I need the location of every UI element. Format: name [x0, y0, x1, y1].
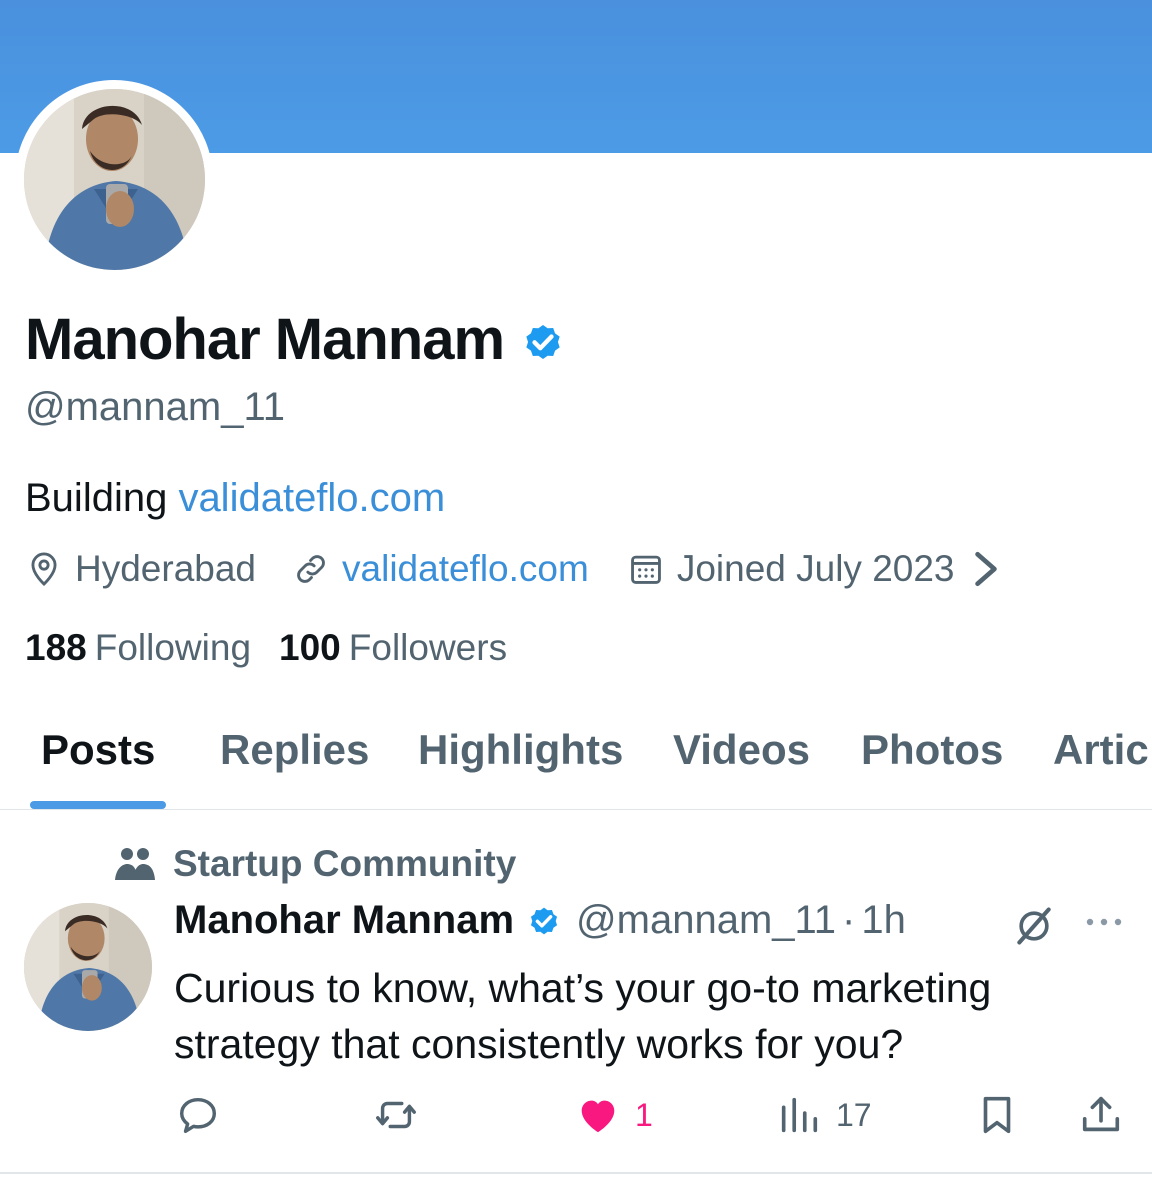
profile-meta-row: Hyderabad validateflo.com Joined July 20…	[25, 548, 1017, 590]
profile-avatar[interactable]	[24, 89, 205, 270]
followers-label: Followers	[348, 627, 508, 668]
grok-icon[interactable]	[1012, 904, 1056, 948]
reply-button[interactable]	[175, 1090, 221, 1140]
post-author-name[interactable]: Manohar Mannam	[174, 898, 514, 943]
profile-name-row: Manohar Mannam	[25, 306, 566, 373]
joined-item[interactable]: Joined July 2023	[627, 548, 1017, 590]
post-body: Curious to know, what’s your go-to marke…	[174, 965, 992, 1067]
profile-bio: Building validateflo.com	[25, 476, 445, 521]
location-text: Hyderabad	[75, 548, 257, 589]
like-count: 1	[635, 1096, 653, 1133]
tab-photos[interactable]: Photos	[861, 726, 1003, 774]
bookmark-icon	[983, 1096, 1011, 1134]
share-button[interactable]	[1078, 1090, 1124, 1140]
calendar-icon	[630, 555, 661, 584]
post-actions: 1 17	[0, 1090, 1152, 1140]
post-timestamp[interactable]: 1h	[861, 898, 906, 943]
post-header: Manohar Mannam @mannam_11 · 1h	[174, 898, 906, 943]
views-button[interactable]: 17	[776, 1090, 872, 1140]
following-stat[interactable]: 188 Following	[25, 627, 251, 669]
tab-highlights[interactable]: Highlights	[418, 726, 623, 774]
repost-button[interactable]	[373, 1090, 419, 1140]
following-count: 188	[25, 627, 87, 668]
tab-replies[interactable]: Replies	[220, 726, 369, 774]
bio-link[interactable]: validateflo.com	[178, 476, 445, 520]
verified-badge-icon[interactable]	[520, 319, 566, 365]
profile-tabs: Posts Replies Highlights Videos Photos A…	[0, 706, 1152, 810]
followers-count: 100	[279, 627, 341, 668]
link-icon	[297, 555, 325, 583]
tab-articles[interactable]: Artic	[1053, 726, 1149, 774]
active-tab-indicator	[30, 801, 166, 809]
bookmark-button[interactable]	[974, 1090, 1020, 1140]
joined-text: Joined July 2023	[676, 548, 955, 589]
post-divider	[0, 1172, 1152, 1174]
website-link[interactable]: validateflo.com	[342, 548, 589, 590]
post-community[interactable]: Startup Community	[113, 843, 516, 885]
post-author-handle[interactable]: @mannam_11	[576, 898, 836, 943]
views-icon	[781, 1097, 818, 1133]
followers-stat[interactable]: 100 Followers	[279, 627, 507, 669]
tab-videos[interactable]: Videos	[673, 726, 810, 774]
chevron-right-icon[interactable]	[967, 550, 1005, 588]
like-button[interactable]: 1	[575, 1090, 653, 1140]
community-name: Startup Community	[173, 843, 517, 884]
location-pin-icon	[31, 552, 57, 586]
reply-icon	[179, 1097, 217, 1134]
website-item[interactable]: validateflo.com	[292, 548, 589, 590]
profile-stats: 188 Following 100 Followers	[25, 627, 507, 669]
views-count: 17	[836, 1096, 872, 1133]
post-author-avatar[interactable]	[24, 903, 152, 1031]
profile-handle: @mannam_11	[25, 385, 285, 429]
location-item: Hyderabad	[25, 548, 256, 590]
profile-display-name: Manohar Mannam	[25, 307, 505, 372]
community-icon	[115, 848, 155, 880]
share-icon	[1082, 1096, 1120, 1132]
more-icon[interactable]	[1084, 912, 1124, 932]
bio-text: Building	[25, 476, 179, 520]
repost-icon	[376, 1101, 416, 1129]
tab-posts[interactable]: Posts	[41, 726, 155, 774]
heart-icon	[581, 1100, 615, 1133]
post-separator: ·	[842, 898, 856, 942]
verified-badge-icon[interactable]	[526, 903, 562, 939]
following-label: Following	[94, 627, 252, 668]
